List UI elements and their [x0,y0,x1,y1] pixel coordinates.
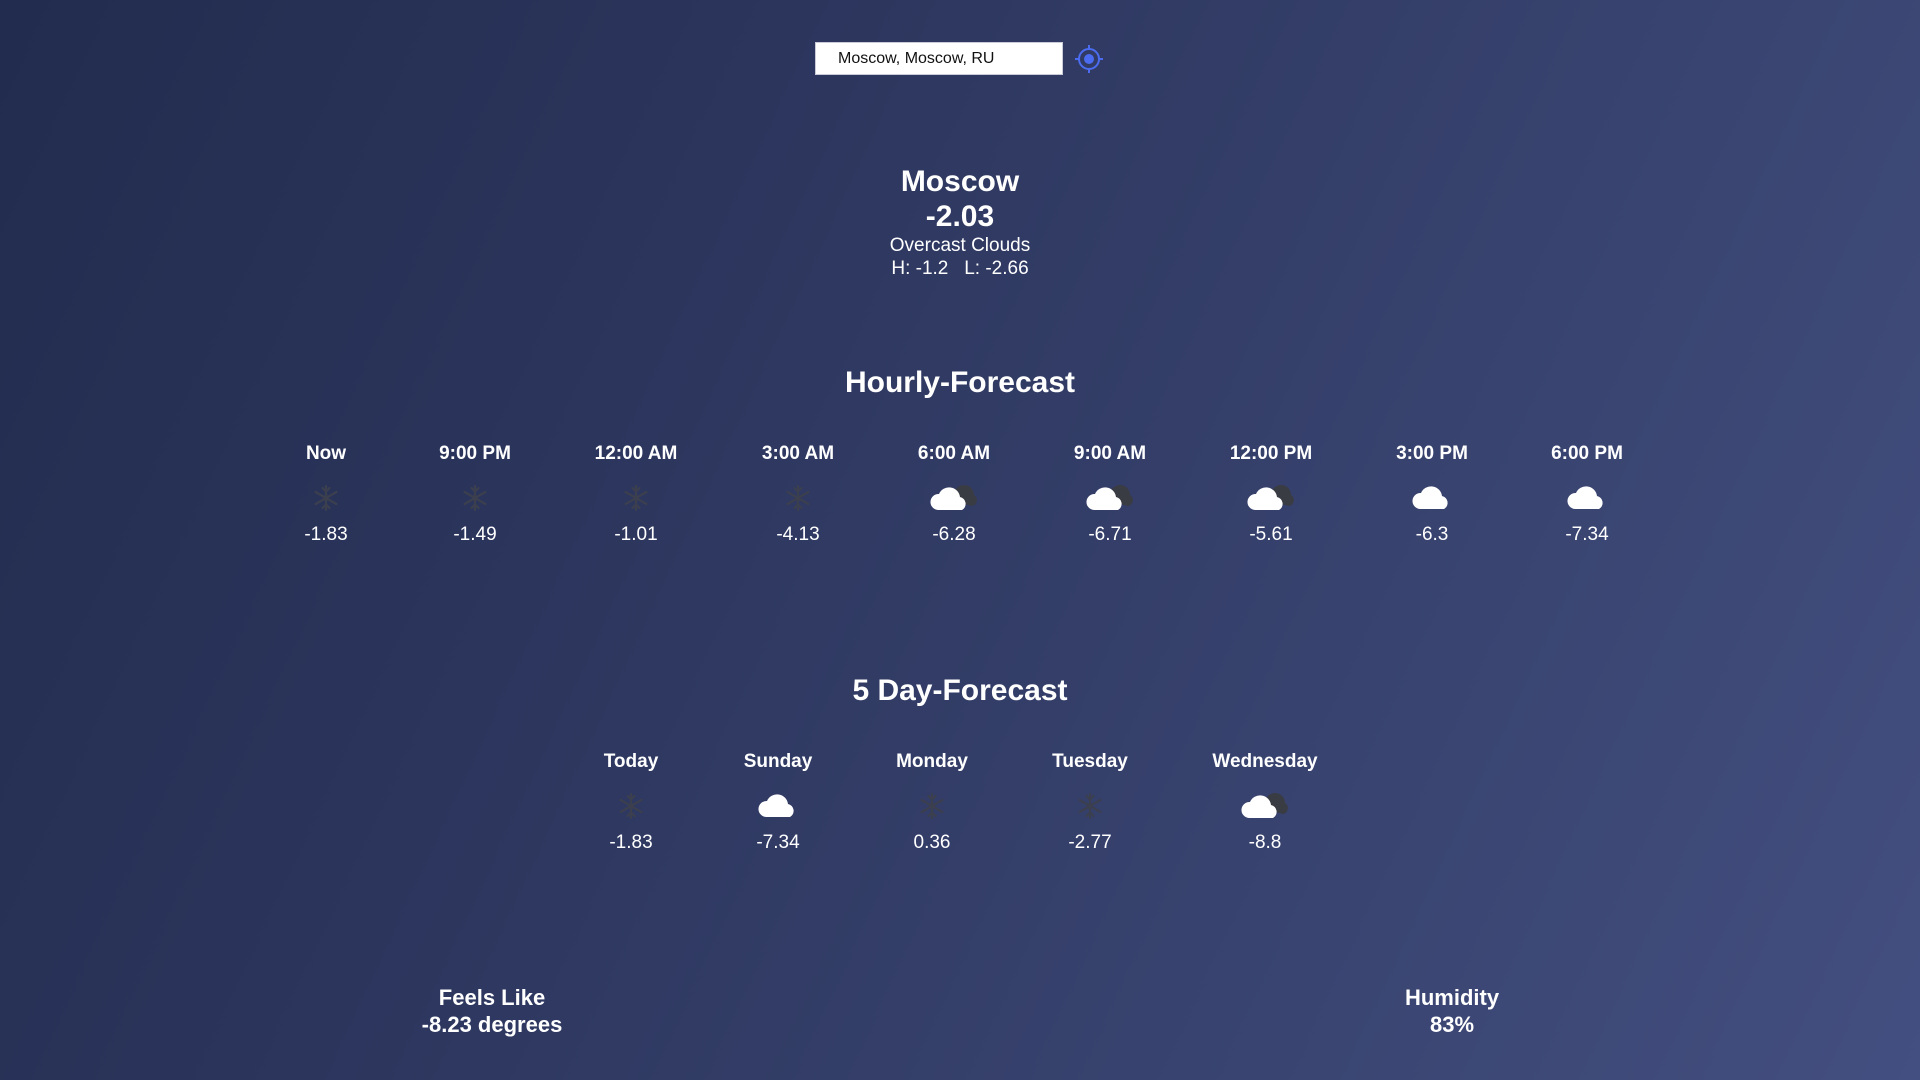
hourly-forecast-item: 3:00 AM -4.13 [728,441,868,546]
broken-clouds-icon [884,481,1024,515]
snow-icon [405,481,545,515]
hourly-forecast-item: 12:00 AM -1.01 [566,441,706,546]
daily-forecast-time-label: Today [603,751,659,772]
current-location-button[interactable] [1073,43,1105,75]
cloud-icon [1517,481,1657,515]
daily-forecast-temperature: -1.83 [609,832,653,853]
daily-forecast-time-label: Tuesday [1052,751,1128,772]
hourly-forecast-temperature: -1.83 [304,524,348,545]
broken-clouds-icon [1040,481,1180,515]
snow-icon [728,481,868,515]
feels-like-label: Feels Like [438,985,546,1010]
daily-forecast-item: Sunday -7.34 [708,749,848,854]
humidity-panel: Humidity 83% [1302,984,1602,1038]
hourly-forecast-time-label: 9:00 PM [439,443,511,464]
hourly-forecast-time-label: 3:00 PM [1396,443,1468,464]
daily-forecast-item: Wednesday -8.8 [1195,749,1335,854]
feels-like-value: -8.23 degrees [421,1012,563,1037]
daily-forecast-title: 5 Day-Forecast [852,674,1068,707]
hourly-forecast-time-label: 12:00 AM [594,443,678,464]
feels-like-panel: Feels Like -8.23 degrees [342,984,642,1038]
snow-icon [561,789,701,823]
hourly-forecast-temperature: -1.49 [453,524,497,545]
hourly-forecast-item: 9:00 PM -1.49 [405,441,545,546]
cloud-icon [708,789,848,823]
weather-description: Overcast Clouds [889,235,1031,256]
daily-forecast-item: Monday 0.36 [862,749,1002,854]
daily-forecast-temperature: 0.36 [913,832,951,853]
snow-icon [1020,789,1160,823]
hourly-forecast-temperature: -7.34 [1565,524,1609,545]
hourly-forecast-time-label: 3:00 AM [761,443,835,464]
hourly-forecast-title: Hourly-Forecast [844,366,1076,399]
hourly-forecast-item: Now -1.83 [256,441,396,546]
daily-forecast-time-label: Sunday [743,751,813,772]
daily-forecast-item: Tuesday -2.77 [1020,749,1160,854]
hourly-forecast-item: 12:00 PM -5.61 [1201,441,1341,546]
current-temperature: -2.03 [925,200,995,233]
daily-forecast-temperature: -2.77 [1068,832,1112,853]
hourly-forecast-time-label: 12:00 PM [1229,443,1313,464]
broken-clouds-icon [1195,789,1335,823]
hourly-forecast-item: 6:00 PM -7.34 [1517,441,1657,546]
cloud-icon [1362,481,1502,515]
hourly-forecast-time-label: 6:00 PM [1551,443,1623,464]
hourly-forecast-temperature: -6.71 [1088,524,1132,545]
city-name: Moscow [900,165,1020,198]
daily-forecast-temperature: -8.8 [1248,832,1282,853]
hourly-forecast-time-label: 6:00 AM [917,443,991,464]
search-bar [815,42,1105,75]
broken-clouds-icon [1201,481,1341,515]
humidity-label: Humidity [1404,985,1500,1010]
daily-forecast-temperature: -7.34 [756,832,800,853]
hourly-forecast-temperature: -1.01 [614,524,658,545]
hourly-forecast-time-label: Now [305,443,347,464]
hourly-forecast-time-label: 9:00 AM [1073,443,1147,464]
daily-forecast-time-label: Monday [896,751,968,772]
location-crosshair-icon [1075,44,1103,73]
high-low-temperature: H: -1.2 L: -2.66 [891,258,1029,279]
hourly-forecast-item: 9:00 AM -6.71 [1040,441,1180,546]
hourly-forecast-temperature: -6.3 [1415,524,1449,545]
humidity-value: 83% [1429,1012,1475,1037]
hourly-forecast-temperature: -6.28 [932,524,976,545]
hourly-forecast-item: 6:00 AM -6.28 [884,441,1024,546]
snow-icon [566,481,706,515]
daily-forecast-item: Today -1.83 [561,749,701,854]
snow-icon [862,789,1002,823]
daily-forecast-time-label: Wednesday [1212,751,1318,772]
location-search-input[interactable] [815,42,1063,75]
hourly-forecast-temperature: -5.61 [1249,524,1293,545]
hourly-forecast-item: 3:00 PM -6.3 [1362,441,1502,546]
hourly-forecast-temperature: -4.13 [776,524,820,545]
current-weather: Moscow -2.03 Overcast Clouds H: -1.2 L: … [0,164,1920,280]
snow-icon [256,481,396,515]
